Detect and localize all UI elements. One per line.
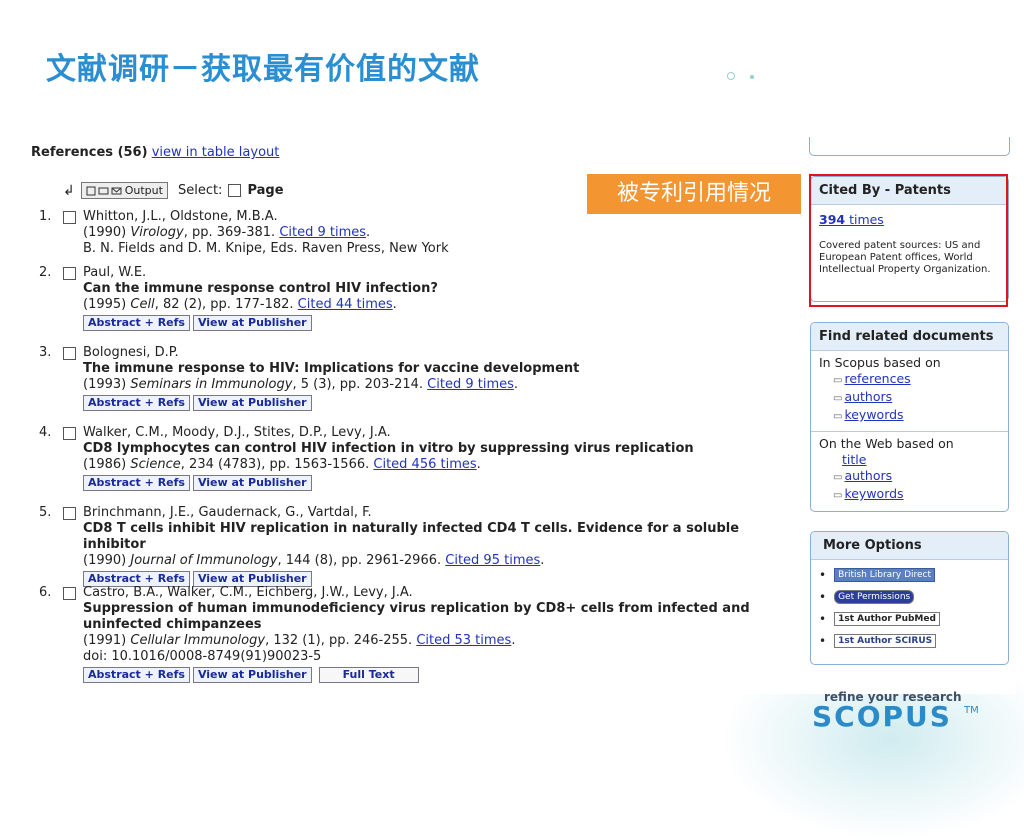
output-icons [86, 186, 122, 195]
table-layout-link[interactable]: view in table layout [152, 145, 280, 160]
previous-panel-stub [809, 137, 1010, 156]
reference-title: The immune response to HIV: Implications… [83, 361, 580, 376]
doc-icon: ▭ [833, 393, 843, 404]
reference-citation: (1990) Journal of Immunology, 144 (8), p… [83, 553, 545, 568]
slide-title: 文献调研－获取最有价值的文献 [46, 52, 480, 87]
more-options-panel: More Options • British Library Direct • … [810, 531, 1009, 665]
cited-link[interactable]: Cited 9 times [279, 225, 366, 240]
web-authors-link[interactable]: authors [844, 468, 892, 483]
reference-doi: doi: 10.1016/0008-8749(91)90023-5 [83, 649, 322, 664]
cited-link[interactable]: Cited 53 times [416, 633, 511, 648]
select-label: Select: [177, 183, 223, 198]
reference-number: 5. [39, 505, 52, 520]
background-dot [727, 72, 735, 80]
related-authors-link[interactable]: authors [844, 389, 892, 404]
abstract-refs-button[interactable]: Abstract + Refs [83, 315, 190, 331]
view-at-publisher-button[interactable]: View at Publisher [192, 315, 312, 331]
british-library-button[interactable]: British Library Direct [834, 568, 936, 582]
web-title-link[interactable]: title [842, 452, 866, 467]
more-option-item: • 1st Author PubMed [819, 608, 1000, 630]
reference-checkbox[interactable] [63, 427, 76, 440]
cited-link[interactable]: Cited 95 times [445, 553, 540, 568]
web-keywords-link[interactable]: keywords [844, 486, 903, 501]
reference-citation: (1990) Virology, pp. 369-381. Cited 9 ti… [83, 225, 371, 240]
view-at-publisher-button[interactable]: View at Publisher [192, 667, 312, 683]
highlight-box [809, 174, 1008, 307]
reference-title: CD8 T cells inhibit HIV replication in n… [83, 521, 740, 552]
trademark-mark: TM [964, 705, 979, 716]
references-header: References (56) view in table layout [31, 145, 279, 160]
reference-number: 6. [39, 585, 52, 600]
reference-checkbox[interactable] [63, 507, 76, 520]
doc-icon: ▭ [833, 472, 843, 483]
reference-number: 2. [39, 265, 52, 280]
reference-authors: Bolognesi, D.P. [83, 345, 179, 360]
pubmed-button[interactable]: 1st Author PubMed [834, 612, 940, 626]
reference-citation: (1993) Seminars in Immunology, 5 (3), pp… [83, 377, 519, 392]
related-references-link[interactable]: references [844, 371, 910, 386]
more-option-item: • Get Permissions [819, 586, 1000, 608]
background-dot [750, 75, 754, 79]
reference-citation: (1986) Science, 234 (4783), pp. 1563-156… [83, 457, 481, 472]
scirus-button[interactable]: 1st Author SCIRUS [834, 634, 937, 648]
abstract-refs-button[interactable]: Abstract + Refs [83, 667, 190, 683]
references-toolbar: ↲ Output Select: Page [63, 182, 284, 199]
view-at-publisher-button[interactable]: View at Publisher [192, 475, 312, 491]
reference-citation: (1991) Cellular Immunology, 132 (1), pp.… [83, 633, 516, 648]
scopus-based-heading: In Scopus based on [819, 355, 941, 370]
scopus-logo: SCOPUS [812, 700, 952, 733]
reference-authors: Castro, B.A., Walker, C.M., Eichberg, J.… [83, 585, 413, 600]
reference-number: 3. [39, 345, 52, 360]
reference-extra: B. N. Fields and D. M. Knipe, Eds. Raven… [83, 241, 449, 256]
reference-checkbox[interactable] [63, 211, 76, 224]
reference-title: Suppression of human immunodeficiency vi… [83, 601, 750, 632]
output-button[interactable]: Output [80, 182, 168, 199]
abstract-refs-button[interactable]: Abstract + Refs [83, 475, 190, 491]
more-option-item: • British Library Direct [819, 564, 1000, 586]
more-options-title: More Options [811, 532, 1008, 560]
page-label: Page [247, 183, 284, 198]
cited-link[interactable]: Cited 456 times [373, 457, 476, 472]
reference-authors: Paul, W.E. [83, 265, 147, 280]
more-option-item: • 1st Author SCIRUS [819, 630, 1000, 652]
doc-icon: ▭ [833, 375, 843, 386]
patent-citation-callout: 被专利引用情况 [587, 174, 801, 214]
cited-link[interactable]: Cited 9 times [427, 377, 514, 392]
reference-authors: Walker, C.M., Moody, D.J., Stites, D.P.,… [83, 425, 391, 440]
reference-title: Can the immune response control HIV infe… [83, 281, 438, 296]
get-permissions-button[interactable]: Get Permissions [834, 590, 915, 604]
reference-authors: Brinchmann, J.E., Gaudernack, G., Vartda… [83, 505, 372, 520]
references-count: References (56) [31, 145, 148, 160]
related-title: Find related documents [811, 323, 1008, 351]
reference-number: 1. [39, 209, 52, 224]
view-at-publisher-button[interactable]: View at Publisher [192, 395, 312, 411]
reference-checkbox[interactable] [63, 587, 76, 600]
output-label: Output [124, 184, 163, 197]
reference-number: 4. [39, 425, 52, 440]
related-documents-panel: Find related documents In Scopus based o… [810, 322, 1009, 512]
web-based-heading: On the Web based on [819, 436, 954, 451]
reference-citation: (1995) Cell, 82 (2), pp. 177-182. Cited … [83, 297, 397, 312]
related-keywords-link[interactable]: keywords [844, 407, 903, 422]
return-arrow-icon: ↲ [63, 182, 75, 199]
select-page-checkbox[interactable] [228, 184, 242, 197]
doc-icon: ▭ [833, 411, 843, 422]
full-text-button[interactable]: Full Text [318, 667, 419, 683]
reference-title: CD8 lymphocytes can control HIV infectio… [83, 441, 694, 456]
cited-link[interactable]: Cited 44 times [298, 297, 393, 312]
abstract-refs-button[interactable]: Abstract + Refs [83, 395, 190, 411]
doc-icon: ▭ [833, 490, 843, 501]
reference-checkbox[interactable] [63, 347, 76, 360]
reference-checkbox[interactable] [63, 267, 76, 280]
